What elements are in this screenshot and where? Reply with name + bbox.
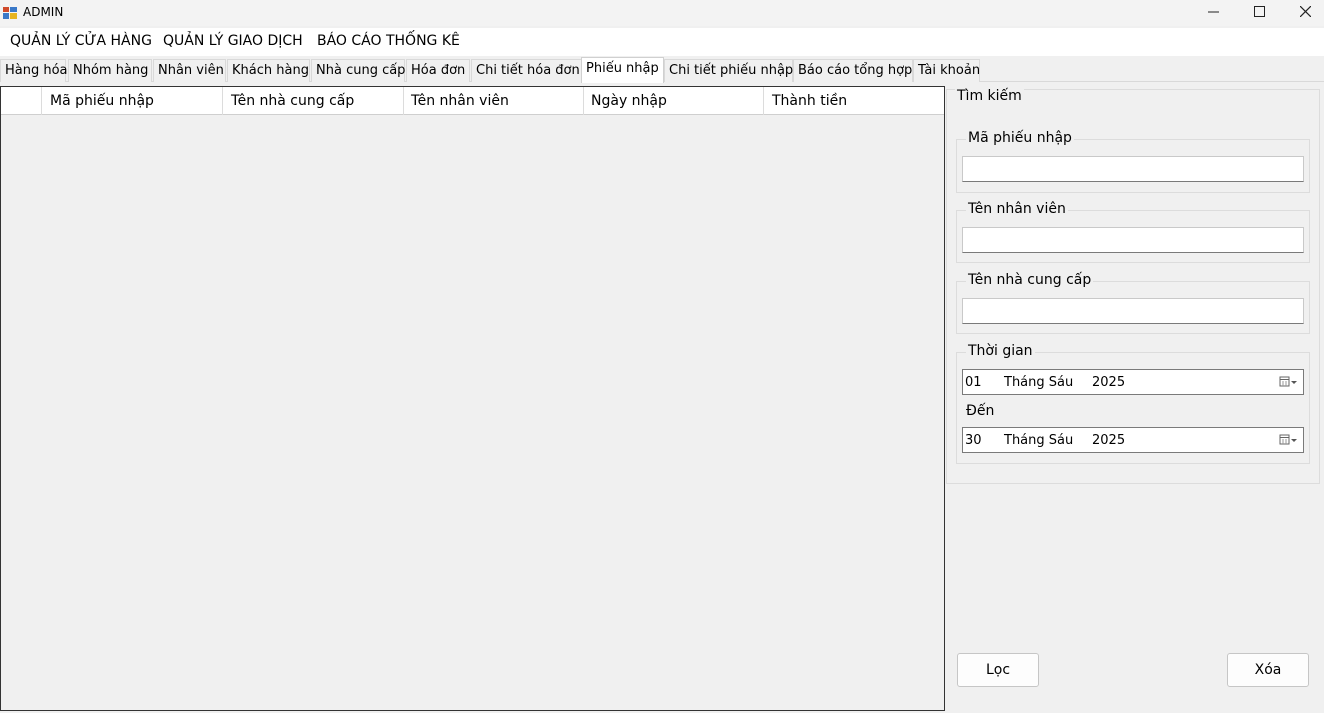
from-date-picker[interactable]: 01 Tháng Sáu 2025 xyxy=(962,369,1304,395)
column-header-ten-nhan-vien[interactable]: Tên nhân viên xyxy=(403,87,584,115)
tab-khach-hang[interactable]: Khách hàng xyxy=(227,59,310,82)
column-header-ma-phieu-nhap[interactable]: Mã phiếu nhập xyxy=(42,87,223,115)
minimize-button[interactable] xyxy=(1190,0,1236,26)
tab-nha-cung-cap[interactable]: Nhà cung cấp xyxy=(311,59,405,82)
title-bar: ADMIN xyxy=(0,0,1324,26)
close-icon xyxy=(1299,5,1311,21)
grid-row-header-corner[interactable] xyxy=(1,87,42,115)
delete-button[interactable]: Xóa xyxy=(1227,653,1309,687)
close-button[interactable] xyxy=(1282,0,1324,26)
ma-phieu-nhap-label: Mã phiếu nhập xyxy=(966,130,1074,146)
grid-header: Mã phiếu nhập Tên nhà cung cấp Tên nhân … xyxy=(1,87,944,115)
ten-nhan-vien-label: Tên nhân viên xyxy=(966,201,1068,217)
tab-bao-cao-tong-hop[interactable]: Báo cáo tổng hợp xyxy=(793,59,913,82)
calendar-dropdown-icon[interactable] xyxy=(1279,375,1299,389)
maximize-button[interactable] xyxy=(1236,0,1282,26)
ten-nha-cung-cap-label: Tên nhà cung cấp xyxy=(966,272,1094,288)
minimize-icon xyxy=(1207,5,1219,21)
ma-phieu-nhap-input[interactable] xyxy=(962,156,1304,182)
tab-nhan-vien[interactable]: Nhân viên xyxy=(153,59,226,82)
tab-tai-khoan[interactable]: Tài khoản xyxy=(913,59,980,82)
tab-hang-hoa[interactable]: Hàng hóa xyxy=(0,59,68,82)
column-header-thanh-tien[interactable]: Thành tiền xyxy=(764,87,945,115)
to-date-picker[interactable]: 30 Tháng Sáu 2025 xyxy=(962,427,1304,453)
ten-nhan-vien-input[interactable] xyxy=(962,227,1304,253)
app-window-icon xyxy=(3,7,17,19)
search-title: Tìm kiếm xyxy=(955,88,1024,104)
from-date-year: 2025 xyxy=(1092,375,1126,390)
tab-nhom-hang[interactable]: Nhóm hàng xyxy=(68,59,152,82)
tab-strip: Hàng hóa Nhóm hàng Nhân viên Khách hàng … xyxy=(0,57,1324,83)
ten-nha-cung-cap-input[interactable] xyxy=(962,298,1304,324)
phieu-nhap-grid[interactable]: Mã phiếu nhập Tên nhà cung cấp Tên nhân … xyxy=(0,86,945,711)
tab-hoa-don[interactable]: Hóa đơn xyxy=(406,59,470,82)
menu-quan-ly-cua-hang[interactable]: QUẢN LÝ CỬA HÀNG xyxy=(10,33,152,49)
menu-bar: QUẢN LÝ CỬA HÀNG QUẢN LÝ GIAO DỊCH BÁO C… xyxy=(0,28,1324,56)
tab-chi-tiet-phieu-nhap[interactable]: Chi tiết phiếu nhập xyxy=(664,59,793,82)
filter-button[interactable]: Lọc xyxy=(957,653,1039,687)
to-date-day: 30 xyxy=(965,433,982,448)
menu-bao-cao-thong-ke[interactable]: BÁO CÁO THỐNG KÊ xyxy=(317,33,460,49)
calendar-dropdown-icon[interactable] xyxy=(1279,433,1299,447)
to-date-month: Tháng Sáu xyxy=(1004,433,1074,448)
to-date-year: 2025 xyxy=(1092,433,1126,448)
from-date-day: 01 xyxy=(965,375,982,390)
menu-quan-ly-giao-dich[interactable]: QUẢN LÝ GIAO DỊCH xyxy=(163,33,303,49)
den-label: Đến xyxy=(966,403,995,419)
column-header-ngay-nhap[interactable]: Ngày nhập xyxy=(583,87,764,115)
tab-chi-tiet-hoa-don[interactable]: Chi tiết hóa đơn xyxy=(471,59,582,82)
window-title: ADMIN xyxy=(23,5,64,19)
maximize-icon xyxy=(1253,5,1265,21)
column-header-ten-nha-cung-cap[interactable]: Tên nhà cung cấp xyxy=(223,87,404,115)
tab-phieu-nhap[interactable]: Phiếu nhập xyxy=(581,57,664,83)
from-date-month: Tháng Sáu xyxy=(1004,375,1074,390)
thoi-gian-label: Thời gian xyxy=(966,343,1035,359)
